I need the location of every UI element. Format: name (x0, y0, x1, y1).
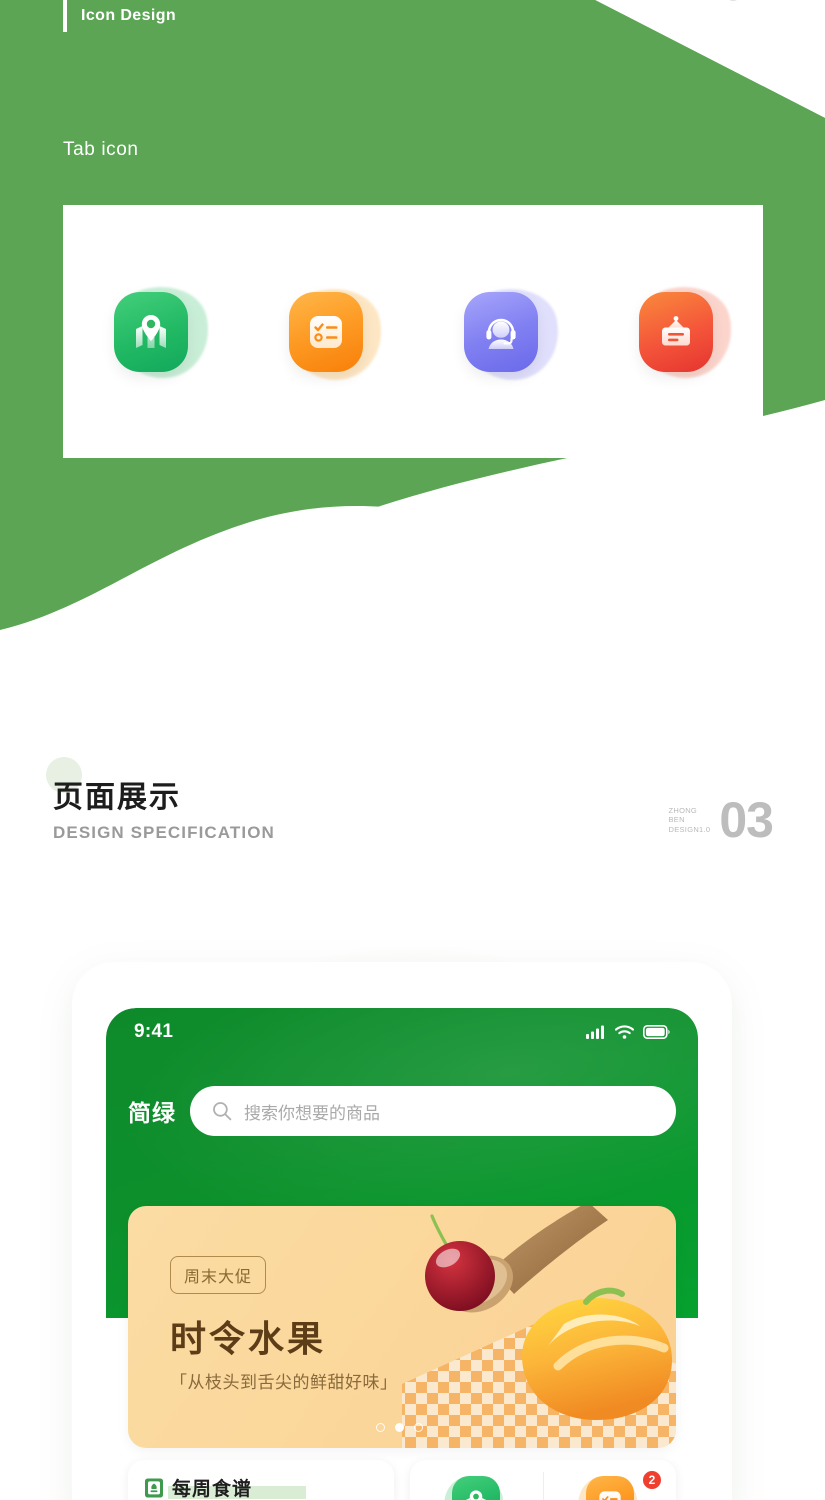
phone-screen: 9:41 简绿 搜索你想要的商品 周末大促 时令水果 「从枝头到舌尖的鲜甜好味」… (106, 1008, 698, 1500)
icon-slot-customer-service[interactable] (451, 277, 569, 390)
quick-entry-order-checklist[interactable]: 2 (544, 1462, 677, 1500)
tab-icon-group-label: Tab icon (63, 139, 139, 160)
customer-service-icon (485, 318, 516, 349)
icon-design-number-block: ZHONG BEN DESIGN1.0 02 (667, 0, 774, 8)
map-location-icon (466, 1490, 487, 1500)
search-placeholder: 搜索你想要的商品 (244, 1103, 380, 1123)
order-checklist-icon (309, 315, 342, 348)
icon-slot-map-location[interactable] (101, 275, 219, 388)
page-display-number: 03 (719, 792, 774, 848)
weekly-recipe-title: 每周食谱 (172, 1479, 253, 1500)
banner-pagination-dots[interactable] (376, 1423, 423, 1432)
promo-banner[interactable]: 周末大促 时令水果 「从枝头到舌尖的鲜甜好味」 (128, 1206, 676, 1448)
search-icon (213, 1102, 232, 1121)
banner-artwork (402, 1206, 676, 1448)
weekly-recipe-header: 每周食谱 (128, 1460, 394, 1500)
banner-title: 时令水果 (170, 1318, 327, 1359)
quick-entry-map-location[interactable] (410, 1462, 543, 1500)
wifi-icon (615, 1025, 634, 1039)
kicker-line-1: ZHONG (668, 805, 698, 815)
search-row: 简绿 搜索你想要的商品 (106, 1084, 698, 1138)
tab-icon-panel (63, 205, 763, 458)
banner-dot-1[interactable] (376, 1423, 385, 1432)
order-checklist-tile (288, 291, 363, 372)
icon-slot-notice-board[interactable] (626, 275, 742, 388)
map-location-mini-tile (452, 1476, 501, 1500)
banner-dot-2[interactable] (395, 1423, 404, 1432)
kicker-line-2: BEN (668, 815, 685, 825)
icon-design-heading: 图标设计 Icon Design (63, 0, 213, 32)
weekly-recipe-card[interactable]: 每周食谱 (128, 1460, 394, 1500)
status-time: 9:41 (134, 1021, 174, 1042)
banner-dot-3[interactable] (414, 1423, 423, 1432)
search-input[interactable]: 搜索你想要的商品 (190, 1086, 676, 1136)
content-cards-row: 每周食谱 2 (128, 1460, 676, 1500)
customer-service-tile (463, 291, 538, 372)
banner-subtitle: 「从枝头到舌尖的鲜甜好味」 (170, 1373, 398, 1392)
app-brand-name: 简绿 (128, 1100, 176, 1126)
notice-board-tile (638, 291, 713, 372)
banner-badge: 周末大促 (170, 1256, 267, 1294)
page-display-number-block: ZHONG BEN DESIGN1.0 03 (668, 792, 774, 848)
quick-entry-row: 2 (410, 1460, 676, 1500)
page-display-heading: 页面展示 DESIGN SPECIFICATION (53, 779, 275, 843)
recipe-book-icon (145, 1478, 163, 1497)
design-spec-page: 图标设计 Icon Design ZHONG BEN DESIGN1.0 02 … (0, 0, 825, 1500)
notice-board-icon (661, 315, 690, 345)
signal-icon (586, 1025, 604, 1039)
map-location-tile (113, 291, 188, 372)
page-display-title-en: DESIGN SPECIFICATION (53, 823, 275, 842)
status-icons (586, 1025, 670, 1039)
order-checklist-icon (599, 1491, 621, 1500)
order-checklist-badge: 2 (642, 1470, 662, 1490)
phone-mockup: 9:41 简绿 搜索你想要的商品 周末大促 时令水果 「从枝头到舌尖的鲜甜好味」… (72, 962, 732, 1500)
quick-entry-card: 2 (410, 1460, 676, 1500)
battery-icon (643, 1025, 670, 1039)
status-bar: 9:41 (106, 1008, 698, 1056)
page-display-title-cn: 页面展示 (53, 781, 181, 814)
kicker-line-3: DESIGN1.0 (668, 824, 711, 834)
wave-divider (0, 505, 825, 665)
icon-design-number: 02 (719, 0, 774, 8)
order-checklist-mini-tile (585, 1476, 634, 1500)
page-display-kicker: ZHONG BEN DESIGN1.0 (668, 806, 710, 835)
icon-slot-order-checklist[interactable] (276, 277, 392, 390)
icon-design-title-en: Icon Design (81, 7, 177, 24)
map-location-icon (135, 314, 166, 348)
